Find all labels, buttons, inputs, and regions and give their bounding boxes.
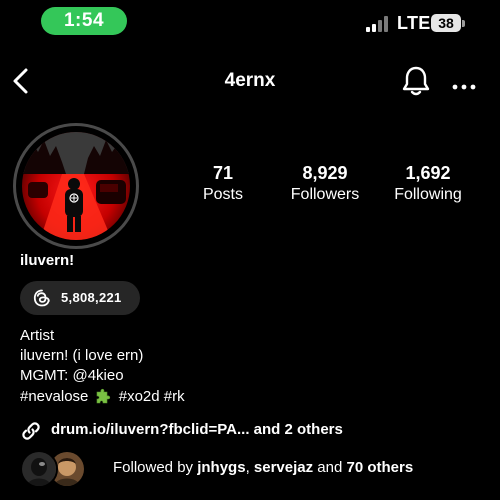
profile-bio: Artist iluvern! (i love ern) MGMT: @4kie… — [20, 326, 185, 406]
hashtags-link[interactable]: #xo2d #rk — [119, 388, 185, 405]
stat-followers[interactable]: 8,929 Followers — [270, 163, 380, 204]
more-horizontal-icon[interactable] — [452, 78, 476, 90]
stat-following-label: Following — [394, 186, 462, 203]
mutual-follower-link[interactable]: servejaz — [254, 459, 313, 476]
threads-icon — [33, 289, 51, 307]
stat-posts-label: Posts — [202, 186, 243, 203]
stat-following[interactable]: 1,692 Following — [373, 163, 483, 204]
bell-icon[interactable] — [400, 64, 432, 98]
bio-category: Artist — [20, 327, 55, 344]
profile-avatar[interactable] — [22, 132, 130, 240]
mutual-follower-link[interactable]: jnhygs — [197, 459, 245, 476]
followed-by-row[interactable]: Followed by jnhygs, servejaz and 70 othe… — [20, 450, 480, 488]
stat-following-value: 1,692 — [405, 163, 451, 183]
carrier-label: LTE — [397, 13, 431, 33]
mutual-follower-avatar — [20, 450, 58, 488]
stat-posts-value: 71 — [212, 163, 234, 183]
signal-strength-icon — [366, 14, 392, 32]
mutual-followers-others-link[interactable]: 70 others — [347, 459, 414, 476]
link-chain-icon — [20, 420, 42, 442]
hashtag-link[interactable]: #nevalose — [20, 388, 88, 405]
bio-line: iluvern! (i love ern) — [20, 347, 144, 364]
back-chevron-icon[interactable] — [8, 66, 34, 96]
bio-mgmt-line: MGMT: @4kieo — [20, 367, 124, 384]
profile-link-row[interactable]: drum.io/iluvern?fbclid=PA... and 2 other… — [20, 420, 480, 440]
followed-by-text: Followed by jnhygs, servejaz and 70 othe… — [113, 459, 413, 476]
stat-posts[interactable]: 71 Posts — [168, 163, 278, 204]
profile-link-url[interactable]: drum.io/iluvern?fbclid=PA... — [51, 421, 250, 438]
status-bar: 1:54 LTE 38 — [0, 0, 500, 42]
followed-by-prefix: Followed by — [113, 459, 194, 476]
followed-by-separator: , — [245, 459, 250, 476]
threads-badge-button[interactable]: 5,808,221 — [20, 281, 140, 315]
threads-count: 5,808,221 — [61, 290, 122, 305]
stat-followers-value: 8,929 — [302, 163, 348, 183]
followed-by-and: and — [317, 459, 343, 476]
puzzle-piece-emoji-icon — [95, 386, 113, 404]
profile-link-others[interactable]: and 2 others — [254, 421, 343, 438]
stat-followers-label: Followers — [290, 186, 360, 203]
battery-indicator: 38 — [431, 14, 461, 32]
profile-display-name: iluvern! — [20, 252, 75, 269]
battery-nub — [462, 20, 465, 27]
status-time: 1:54 — [41, 7, 127, 35]
bio-hashtags-line: #nevalose #xo2d #rk — [20, 386, 185, 406]
profile-username-title: 4ernx — [224, 70, 276, 91]
profile-link-text[interactable]: drum.io/iluvern?fbclid=PA... and 2 other… — [51, 421, 343, 438]
